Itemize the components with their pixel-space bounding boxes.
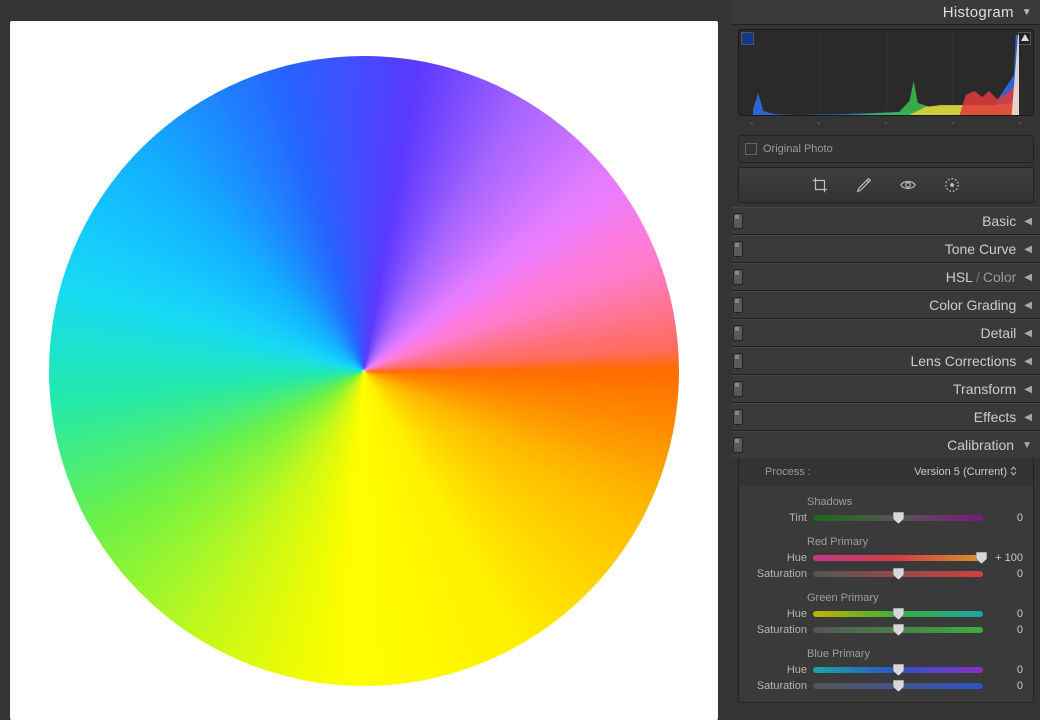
panel-switch-icon[interactable] xyxy=(733,297,743,313)
panel-switch-icon[interactable] xyxy=(733,269,743,285)
histogram-box[interactable] xyxy=(738,29,1034,116)
image-canvas[interactable] xyxy=(10,21,718,720)
red-sat-slider[interactable]: Saturation 0 xyxy=(739,566,1033,582)
slider-track[interactable] xyxy=(813,571,983,577)
original-photo-toggle[interactable]: Original Photo xyxy=(738,135,1034,163)
panel-header-tonecurve[interactable]: Tone Curve ◀ xyxy=(732,235,1040,263)
panel-switch-icon[interactable] xyxy=(733,353,743,369)
tint-slider[interactable]: Tint 0 xyxy=(739,510,1033,526)
panel-switch-icon[interactable] xyxy=(733,409,743,425)
panel-title: Histogram xyxy=(943,4,1014,21)
highlight-clip-indicator[interactable] xyxy=(1018,32,1031,45)
preview-image-colorwheel xyxy=(49,56,679,686)
crop-tool[interactable] xyxy=(811,176,829,194)
calibration-body: Process : Version 5 (Current) Shadows Ti… xyxy=(738,458,1034,703)
panel-header-lenscorrections[interactable]: Lens Corrections ◀ xyxy=(732,347,1040,375)
slider-track[interactable] xyxy=(813,627,983,633)
disclosure-down-icon: ▼ xyxy=(1022,7,1032,18)
process-version-selector[interactable]: Process : Version 5 (Current) xyxy=(739,458,1033,486)
blue-sat-slider[interactable]: Saturation 0 xyxy=(739,678,1033,694)
shadows-group-title: Shadows xyxy=(739,486,1033,510)
panel-header-histogram[interactable]: Histogram ▼ xyxy=(732,0,1040,25)
blue-primary-title: Blue Primary xyxy=(739,638,1033,662)
histogram-axis: - - - - - xyxy=(732,118,1040,129)
panel-switch-icon[interactable] xyxy=(733,325,743,341)
red-hue-slider[interactable]: Hue + 100 xyxy=(739,550,1033,566)
panel-header-transform[interactable]: Transform ◀ xyxy=(732,375,1040,403)
panel-header-colorgrading[interactable]: Color Grading ◀ xyxy=(732,291,1040,319)
disclosure-left-icon: ◀ xyxy=(1024,328,1032,339)
original-photo-label: Original Photo xyxy=(763,143,833,155)
blue-hue-slider[interactable]: Hue 0 xyxy=(739,662,1033,678)
green-hue-slider[interactable]: Hue 0 xyxy=(739,606,1033,622)
panel-switch-icon[interactable] xyxy=(733,241,743,257)
slider-track[interactable] xyxy=(813,667,983,673)
checkbox-icon xyxy=(745,143,757,155)
image-canvas-area xyxy=(0,0,732,720)
disclosure-left-icon: ◀ xyxy=(1024,272,1032,283)
slider-track[interactable] xyxy=(813,515,983,521)
green-sat-slider[interactable]: Saturation 0 xyxy=(739,622,1033,638)
panel-header-detail[interactable]: Detail ◀ xyxy=(732,319,1040,347)
panel-switch-icon[interactable] xyxy=(733,437,743,453)
slider-track[interactable] xyxy=(813,611,983,617)
tool-strip xyxy=(738,167,1034,203)
disclosure-left-icon: ◀ xyxy=(1024,412,1032,423)
histogram-svg xyxy=(753,35,1019,115)
updown-icon xyxy=(1010,466,1017,479)
develop-panel: Histogram ▼ - - - - - Original Photo xyxy=(732,0,1040,720)
disclosure-left-icon: ◀ xyxy=(1024,384,1032,395)
panel-header-hslcolor[interactable]: HSL/Color ◀ xyxy=(732,263,1040,291)
panel-header-basic[interactable]: Basic ◀ xyxy=(732,207,1040,235)
slider-track[interactable] xyxy=(813,555,983,561)
red-primary-title: Red Primary xyxy=(739,526,1033,550)
slider-track[interactable] xyxy=(813,683,983,689)
panel-header-calibration[interactable]: Calibration ▼ xyxy=(732,431,1040,458)
disclosure-left-icon: ◀ xyxy=(1024,300,1032,311)
disclosure-down-icon: ▼ xyxy=(1022,440,1032,451)
panel-header-effects[interactable]: Effects ◀ xyxy=(732,403,1040,431)
brush-tool[interactable] xyxy=(855,176,873,194)
app-root: Histogram ▼ - - - - - Original Photo xyxy=(0,0,1040,720)
disclosure-left-icon: ◀ xyxy=(1024,216,1032,227)
disclosure-left-icon: ◀ xyxy=(1024,244,1032,255)
redeye-tool[interactable] xyxy=(899,176,917,194)
radial-tool[interactable] xyxy=(943,176,961,194)
disclosure-left-icon: ◀ xyxy=(1024,356,1032,367)
panel-switch-icon[interactable] xyxy=(733,213,743,229)
green-primary-title: Green Primary xyxy=(739,582,1033,606)
panel-switch-icon[interactable] xyxy=(733,381,743,397)
